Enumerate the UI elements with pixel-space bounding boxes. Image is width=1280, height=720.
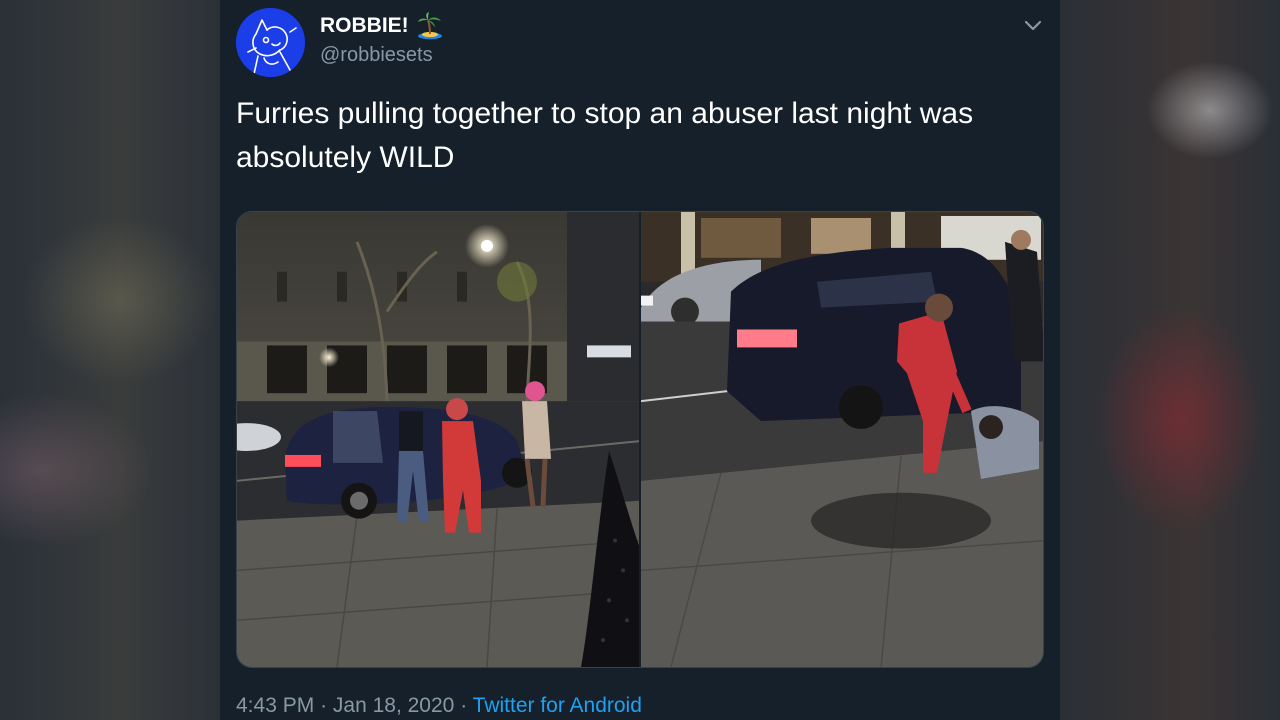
avatar[interactable] bbox=[236, 8, 305, 77]
tweet-source-link[interactable]: Twitter for Android bbox=[473, 694, 642, 717]
blurred-background-left bbox=[0, 0, 220, 720]
user-handle[interactable]: @robbiesets bbox=[320, 44, 433, 67]
display-name[interactable]: ROBBIE! bbox=[320, 14, 409, 38]
tweet-date[interactable]: Jan 18, 2020 bbox=[333, 694, 454, 717]
tweet-time[interactable]: 4:43 PM bbox=[236, 694, 314, 717]
blurred-background-right bbox=[1060, 0, 1280, 720]
tweet-card: ROBBIE! @robbiesets Furries pulling toge… bbox=[220, 0, 1060, 720]
chevron-down-icon[interactable] bbox=[1022, 16, 1044, 34]
meta-separator: · bbox=[460, 694, 468, 717]
tweet-metadata: 4:43 PM · Jan 18, 2020 · Twitter for And… bbox=[236, 694, 642, 718]
media-grid bbox=[236, 211, 1044, 668]
photo-sidewalk-scuffle[interactable] bbox=[641, 212, 1044, 667]
photo-street-crowd[interactable] bbox=[237, 212, 641, 667]
avatar-illustration-icon bbox=[236, 8, 305, 77]
desert-island-icon bbox=[418, 12, 442, 40]
tweet-text: Furries pulling together to stop an abus… bbox=[236, 97, 974, 174]
meta-separator: · bbox=[320, 694, 328, 717]
